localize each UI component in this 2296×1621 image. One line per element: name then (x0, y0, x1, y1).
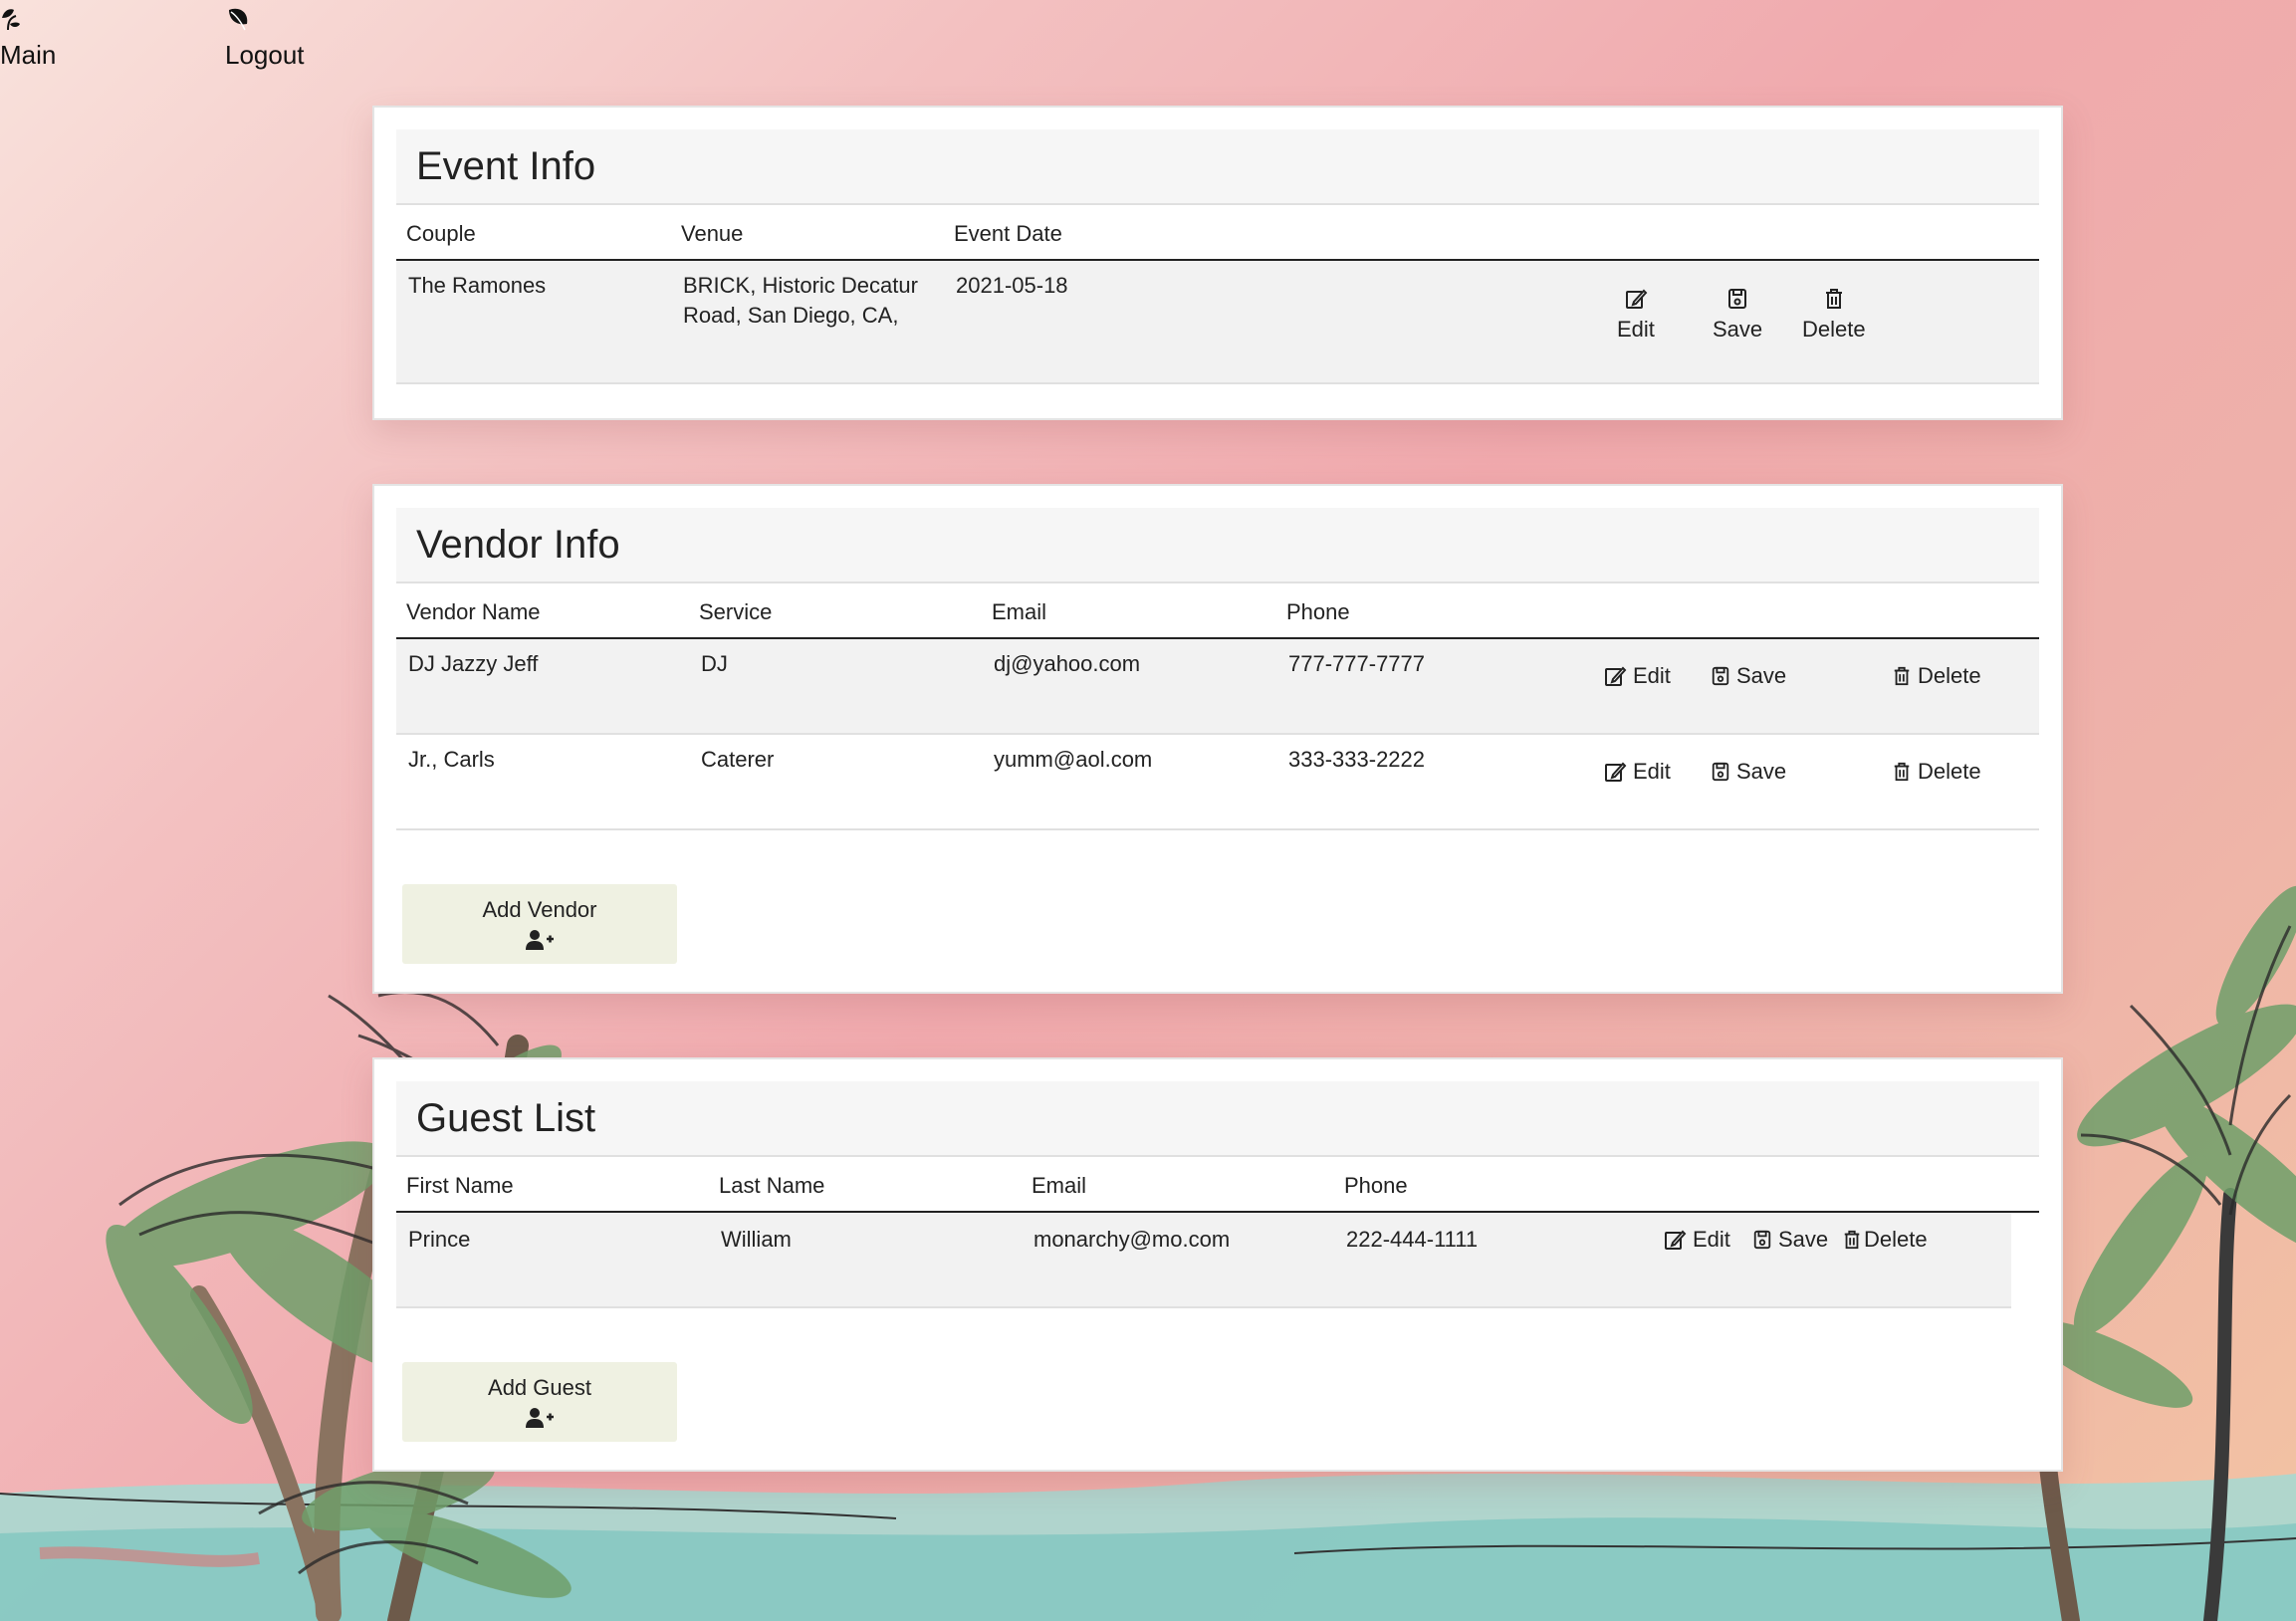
user-plus-icon (526, 930, 554, 950)
save-button[interactable]: Save (1711, 759, 1786, 785)
column-header-phone: Phone (1344, 1173, 1408, 1198)
column-header-first-name: First Name (406, 1173, 514, 1198)
nav-logout-label: Logout (225, 40, 305, 70)
leaf-icon (229, 8, 248, 31)
cell-vendor-name: Jr., Carls (408, 747, 495, 772)
delete-label: Delete (1802, 317, 1866, 342)
cell-phone: 333-333-2222 (1288, 747, 1426, 772)
add-vendor-button[interactable]: Add Vendor (402, 884, 677, 964)
save-icon (1753, 1230, 1771, 1250)
delete-label: Delete (1918, 663, 1981, 688)
edit-icon (1665, 1230, 1687, 1250)
delete-label: Delete (1918, 759, 1981, 784)
delete-button[interactable]: Delete (1892, 663, 1981, 689)
save-icon (1712, 666, 1729, 686)
edit-label: Edit (1617, 317, 1655, 342)
guest-list-card: Guest List First Name Last Name Email Ph… (372, 1057, 2063, 1472)
cell-venue-line2: Road, San Diego, CA, (683, 303, 899, 328)
guest-list-header: Guest List (396, 1081, 2039, 1157)
table-row: Prince William monarchy@mo.com 222-444-1… (396, 1213, 2011, 1308)
nav-main-link[interactable]: Main (0, 0, 56, 68)
save-button[interactable]: Save (1711, 663, 1786, 689)
cell-vendor-name: DJ Jazzy Jeff (408, 651, 539, 676)
save-label: Save (1736, 663, 1787, 688)
delete-button[interactable]: Delete (1892, 759, 1981, 785)
vendor-table-header: Vendor Name Service Email Phone (396, 585, 2039, 639)
edit-button[interactable]: Edit (1603, 663, 1671, 689)
trash-icon (1844, 1230, 1860, 1250)
column-header-service: Service (699, 599, 773, 624)
save-label: Save (1736, 759, 1787, 784)
edit-button[interactable]: Edit (1603, 759, 1671, 785)
event-info-header: Event Info (396, 129, 2039, 205)
save-label: Save (1778, 1227, 1829, 1252)
event-info-card: Event Info Couple Venue Event Date The R… (372, 106, 2063, 420)
table-row: Jr., Carls Caterer yumm@aol.com 333-333-… (396, 735, 2039, 830)
edit-label: Edit (1693, 1227, 1730, 1252)
save-button[interactable]: Save (1752, 1227, 1828, 1253)
column-header-email: Email (1032, 1173, 1087, 1198)
cell-phone: 222-444-1111 (1346, 1227, 1479, 1252)
add-guest-button[interactable]: Add Guest (402, 1362, 677, 1442)
delete-button[interactable]: Delete (1842, 1227, 1928, 1253)
edit-button[interactable]: Edit (1617, 287, 1655, 343)
add-guest-label: Add Guest (488, 1375, 591, 1400)
add-vendor-label: Add Vendor (482, 897, 597, 922)
column-header-email: Email (992, 599, 1047, 624)
cell-phone: 777-777-7777 (1288, 651, 1426, 676)
edit-icon (1605, 666, 1627, 686)
edit-icon (1605, 762, 1627, 782)
save-button[interactable]: Save (1713, 287, 1762, 343)
vendor-info-header: Vendor Info (396, 508, 2039, 583)
edit-icon (1625, 289, 1648, 309)
column-header-phone: Phone (1286, 599, 1350, 624)
save-icon (1712, 762, 1729, 782)
guest-table-header: First Name Last Name Email Phone (396, 1159, 2039, 1213)
column-header-venue: Venue (681, 221, 744, 246)
column-header-couple: Couple (406, 221, 476, 246)
edit-label: Edit (1633, 759, 1671, 784)
nav-main-label: Main (0, 40, 57, 70)
cell-first-name: Prince (408, 1227, 471, 1252)
cell-service: Caterer (701, 747, 775, 772)
cell-last-name: William (721, 1227, 792, 1252)
cell-email: monarchy@mo.com (1033, 1227, 1231, 1252)
column-header-last-name: Last Name (719, 1173, 825, 1198)
vendor-info-card: Vendor Info Vendor Name Service Email Ph… (372, 484, 2063, 994)
edit-button[interactable]: Edit (1663, 1227, 1730, 1253)
delete-button[interactable]: Delete (1802, 287, 1866, 343)
vendor-info-title: Vendor Info (416, 523, 620, 567)
event-info-title: Event Info (416, 144, 596, 188)
table-row: The Ramones BRICK, Historic Decatur Road… (396, 261, 2039, 384)
event-table-header: Couple Venue Event Date (396, 207, 2039, 261)
column-header-event-date: Event Date (954, 221, 1062, 246)
trash-icon (1894, 666, 1910, 686)
delete-label: Delete (1864, 1227, 1928, 1252)
trash-icon (1894, 762, 1910, 782)
cell-venue-line1: BRICK, Historic Decatur (683, 273, 918, 298)
cell-service: DJ (701, 651, 728, 676)
cell-email: yumm@aol.com (994, 747, 1153, 772)
edit-label: Edit (1633, 663, 1671, 688)
table-row: DJ Jazzy Jeff DJ dj@yahoo.com 777-777-77… (396, 639, 2039, 735)
cell-couple: The Ramones (408, 273, 547, 298)
cell-event-date: 2021-05-18 (956, 273, 1068, 298)
guest-list-title: Guest List (416, 1096, 596, 1140)
column-header-vendor-name: Vendor Name (406, 599, 541, 624)
trash-icon (1825, 289, 1842, 309)
leaf-sprout-icon (2, 9, 20, 31)
save-icon (1728, 289, 1747, 309)
user-plus-icon (526, 1408, 554, 1428)
cell-email: dj@yahoo.com (994, 651, 1141, 676)
nav-logout-link[interactable]: Logout (225, 0, 305, 68)
save-label: Save (1713, 317, 1763, 342)
